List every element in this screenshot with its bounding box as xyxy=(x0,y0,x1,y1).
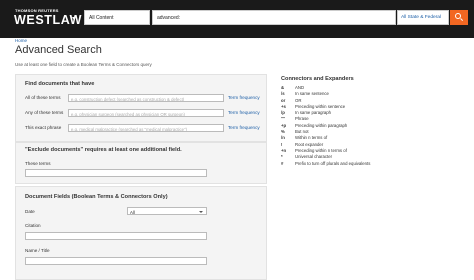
connector-symbol[interactable]: /s xyxy=(281,91,285,96)
chevron-down-icon[interactable] xyxy=(72,17,76,20)
exclude-terms-input[interactable] xyxy=(25,169,207,177)
date-label: Date xyxy=(25,209,35,214)
all-terms-input[interactable]: e.g. construction defect (searched as co… xyxy=(68,94,224,102)
find-documents-panel: Find documents that have All of these te… xyxy=(15,74,267,142)
connector-description: Universal character xyxy=(295,154,333,160)
all-terms-frequency-link[interactable]: Term frequency xyxy=(228,95,260,100)
exclude-terms-label: These terms xyxy=(25,161,51,166)
connector-description: AND xyxy=(295,85,305,90)
document-fields-title: Document Fields (Boolean Terms & Connect… xyxy=(25,194,168,200)
chevron-down-icon xyxy=(199,211,203,213)
connector-row: # Prefix to turn off plurals and equivale… xyxy=(281,161,471,167)
connector-description: Preceding within paragraph xyxy=(295,122,348,128)
connector-description: Preceding within sentence xyxy=(295,103,346,109)
connector-description: Phrase xyxy=(295,116,309,122)
connector-symbol[interactable]: /n xyxy=(281,135,285,140)
any-terms-frequency-link[interactable]: Term frequency xyxy=(228,110,260,115)
connector-symbol[interactable]: "" xyxy=(281,116,285,121)
connector-symbol[interactable]: +p xyxy=(281,123,286,128)
connectors-and-expanders: Connectors and Expanders & AND/s In same s… xyxy=(281,76,471,167)
search-button[interactable] xyxy=(450,10,468,25)
connector-symbol[interactable]: % xyxy=(281,129,285,134)
connector-symbol[interactable]: +s xyxy=(281,104,286,109)
breadcrumb-home-link[interactable]: Home xyxy=(15,38,27,43)
all-terms-label: All of these terms xyxy=(25,95,61,100)
exclude-documents-title: "Exclude documents" requires at least on… xyxy=(25,147,182,153)
connector-description: Prefix to turn off plurals and equivalen… xyxy=(295,160,371,166)
connector-symbol[interactable]: & xyxy=(281,85,284,90)
any-terms-input[interactable]: e.g. physician surgeon (searched as phys… xyxy=(68,109,224,117)
date-select-value: All xyxy=(130,209,135,215)
exclude-documents-panel: "Exclude documents" requires at least on… xyxy=(15,142,267,184)
connector-description: Preceding within n terms of xyxy=(295,147,347,153)
connector-description: Root expander xyxy=(295,141,324,147)
connector-symbol[interactable]: * xyxy=(281,154,283,159)
any-terms-label: Any of these terms xyxy=(25,110,64,115)
connector-description: But not xyxy=(295,129,309,135)
page-instructions: Use at least one field to create a Boole… xyxy=(15,62,152,67)
citation-input[interactable] xyxy=(25,232,207,240)
connector-description: OR xyxy=(295,97,302,103)
connector-symbol[interactable]: ! xyxy=(281,142,282,147)
connector-symbol[interactable]: /p xyxy=(281,110,285,115)
connector-symbol[interactable]: +n xyxy=(281,148,286,153)
exact-phrase-frequency-link[interactable]: Term frequency xyxy=(228,125,260,130)
date-select[interactable]: All xyxy=(127,207,207,215)
connector-description: In same paragraph xyxy=(295,110,332,116)
top-navigation-bar: THOMSON REUTERS WESTLAW All Content adva… xyxy=(0,0,474,38)
connector-description: Within n terms of xyxy=(295,135,328,141)
citation-label: Citation xyxy=(25,223,41,228)
document-fields-panel: Document Fields (Boolean Terms & Connect… xyxy=(15,186,267,280)
jurisdiction-select[interactable]: All State & Federal xyxy=(397,10,449,25)
brand-logo[interactable]: WESTLAW xyxy=(14,13,82,27)
connector-description: In same sentence xyxy=(295,91,329,97)
search-input[interactable]: advanced: xyxy=(152,10,396,25)
page-title: Advanced Search xyxy=(15,44,102,56)
content-type-select[interactable]: All Content xyxy=(84,10,150,25)
connector-symbol[interactable]: or xyxy=(281,98,285,103)
connectors-list: & AND/s In same sentence or OR +s Preceding wi… xyxy=(281,85,471,167)
name-title-label: Name / Title xyxy=(25,248,50,253)
connectors-title: Connectors and Expanders xyxy=(281,76,354,82)
name-title-input[interactable] xyxy=(25,257,207,265)
find-documents-title: Find documents that have xyxy=(25,81,95,87)
connector-symbol[interactable]: # xyxy=(281,161,283,166)
exact-phrase-label: This exact phrase xyxy=(25,125,62,130)
exact-phrase-input[interactable]: e.g. medical malpractice (searched as "m… xyxy=(68,124,224,132)
